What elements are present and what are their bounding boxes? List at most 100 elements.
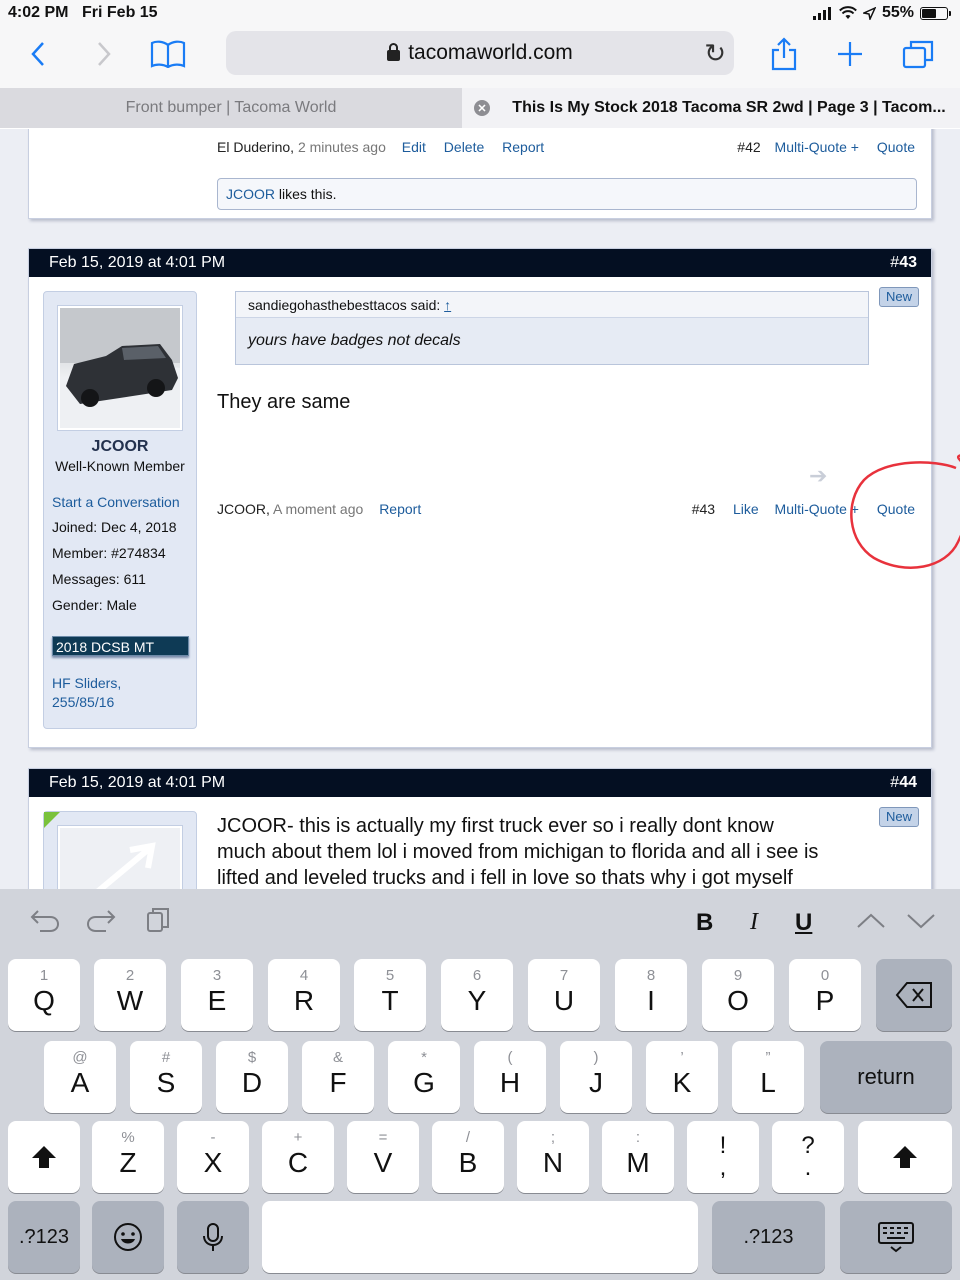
new-tab-button[interactable] [830,36,870,72]
edit-link[interactable]: Edit [402,139,426,155]
key-hint: ’ [680,1049,684,1066]
key-y[interactable]: 6Y [441,959,513,1031]
key-c[interactable]: + C [262,1121,334,1193]
quote-source-arrow[interactable]: ↑ [444,297,451,313]
username[interactable]: JCOOR [44,438,196,456]
key-label: W [116,985,144,1016]
post-43: Feb 15, 2019 at 4:01 PM #43 JCOOR Well-K… [28,248,932,748]
key-question-period[interactable]: ? . [772,1121,844,1193]
key-n[interactable]: ; N [517,1121,589,1193]
share-button[interactable] [764,36,804,72]
close-icon[interactable]: ✕ [474,100,490,116]
quote-link[interactable]: Quote [877,501,915,517]
numbers-key-left[interactable]: .?123 [8,1201,80,1273]
tab-front-bumper[interactable]: Front bumper | Tacoma World [0,88,462,128]
key-x[interactable]: -X [177,1121,249,1193]
undo-icon[interactable] [30,907,60,940]
multi-quote-link[interactable]: Multi-Quote + [775,139,859,155]
key-w[interactable]: 2W [94,959,166,1031]
report-link[interactable]: Report [502,139,544,155]
user-info-panel: JCOOR Well-Known Member Start a Conversa… [43,291,197,729]
key-i[interactable]: 8I [615,959,687,1031]
key-g[interactable]: * G [388,1041,460,1113]
address-bar[interactable]: tacomaworld.com ↻ [226,31,734,75]
tabs-button[interactable] [898,36,938,72]
key-e[interactable]: 3E [181,959,253,1031]
key-label: T [381,985,399,1016]
liker-link[interactable]: JCOOR [226,186,275,202]
emoji-key[interactable] [92,1201,164,1273]
post-author[interactable]: JCOOR, [217,501,270,517]
key-o[interactable]: 9O [702,959,774,1031]
italic-button[interactable]: I [750,909,758,936]
tab-current-thread[interactable]: ✕ This Is My Stock 2018 Tacoma SR 2wd | … [462,88,960,128]
key-l[interactable]: ” L [732,1041,804,1113]
paste-icon[interactable] [146,907,170,940]
numbers-key-right[interactable]: .?123 [712,1201,825,1273]
underline-button[interactable]: U [795,909,812,937]
shift-icon [893,1146,917,1168]
delete-link[interactable]: Delete [444,139,484,155]
report-link[interactable]: Report [379,501,421,517]
post-permalink[interactable]: #44 [890,774,917,792]
key-label: I [647,985,655,1016]
quote-link[interactable]: Quote [877,139,915,155]
key-label: S [156,1067,176,1098]
key-p[interactable]: 0P [789,959,861,1031]
post-author[interactable]: El Duderino, [217,139,294,155]
key-s[interactable]: # S [130,1041,202,1113]
key-label: L [760,1067,776,1098]
arrow-left-icon[interactable]: ➔ [809,463,865,488]
bookmarks-button[interactable] [148,36,188,72]
chevron-left-icon [31,42,44,66]
backspace-key[interactable] [876,959,952,1031]
forward-button[interactable] [84,36,124,72]
key-z[interactable]: % Z [92,1121,164,1193]
key-b[interactable]: / B [432,1121,504,1193]
key-hint: 2 [125,967,135,984]
post-42: El Duderino, 2 minutes ago Edit Delete R… [28,129,932,219]
online-indicator [44,812,60,828]
avatar[interactable] [58,306,182,430]
multi-quote-link[interactable]: Multi-Quote + [775,501,859,517]
key-t[interactable]: 5T [354,959,426,1031]
reload-icon[interactable]: ↻ [704,38,726,69]
gender-value: Male [106,597,137,613]
chevron-down-icon[interactable] [906,907,936,938]
key-hint: & [332,1049,343,1066]
post-body: They are same [217,391,351,413]
dictation-key[interactable] [177,1201,249,1273]
start-conversation-link[interactable]: Start a Conversation [52,494,180,510]
shift-key-right[interactable] [858,1121,952,1193]
post-number[interactable]: #42 [737,139,760,155]
key-exclamation-comma[interactable]: ! , [687,1121,759,1193]
key-hint: 9 [733,967,743,984]
key-m[interactable]: :M [602,1121,674,1193]
post-permalink[interactable]: #43 [890,254,917,272]
key-q[interactable]: 1Q [8,959,80,1031]
key-v[interactable]: = V [347,1121,419,1193]
key-r[interactable]: 4R [268,959,340,1031]
battery-percent: 55% [881,4,914,21]
avatar[interactable] [58,826,182,889]
key-a[interactable]: @ A [44,1041,116,1113]
post-number[interactable]: #43 [692,501,715,517]
key-k[interactable]: ’ K [646,1041,718,1113]
key-h[interactable]: (H [474,1041,546,1113]
plus-icon [838,42,862,66]
bold-button[interactable]: B [696,909,713,937]
chevron-up-icon[interactable] [856,907,886,938]
key-f[interactable]: & F [302,1041,374,1113]
wifi-icon [839,6,857,19]
key-d[interactable]: $ D [216,1041,288,1113]
return-key[interactable]: return [820,1041,952,1113]
key-u[interactable]: 7U [528,959,600,1031]
hide-keyboard-key[interactable] [840,1201,952,1273]
redo-icon[interactable] [86,907,116,940]
like-link[interactable]: Like [733,501,759,517]
shift-key-left[interactable] [8,1121,80,1193]
post-header: Feb 15, 2019 at 4:01 PM #44 [29,769,931,797]
back-button[interactable] [18,36,58,72]
key-j[interactable]: ) J [560,1041,632,1113]
space-key[interactable] [262,1201,698,1273]
